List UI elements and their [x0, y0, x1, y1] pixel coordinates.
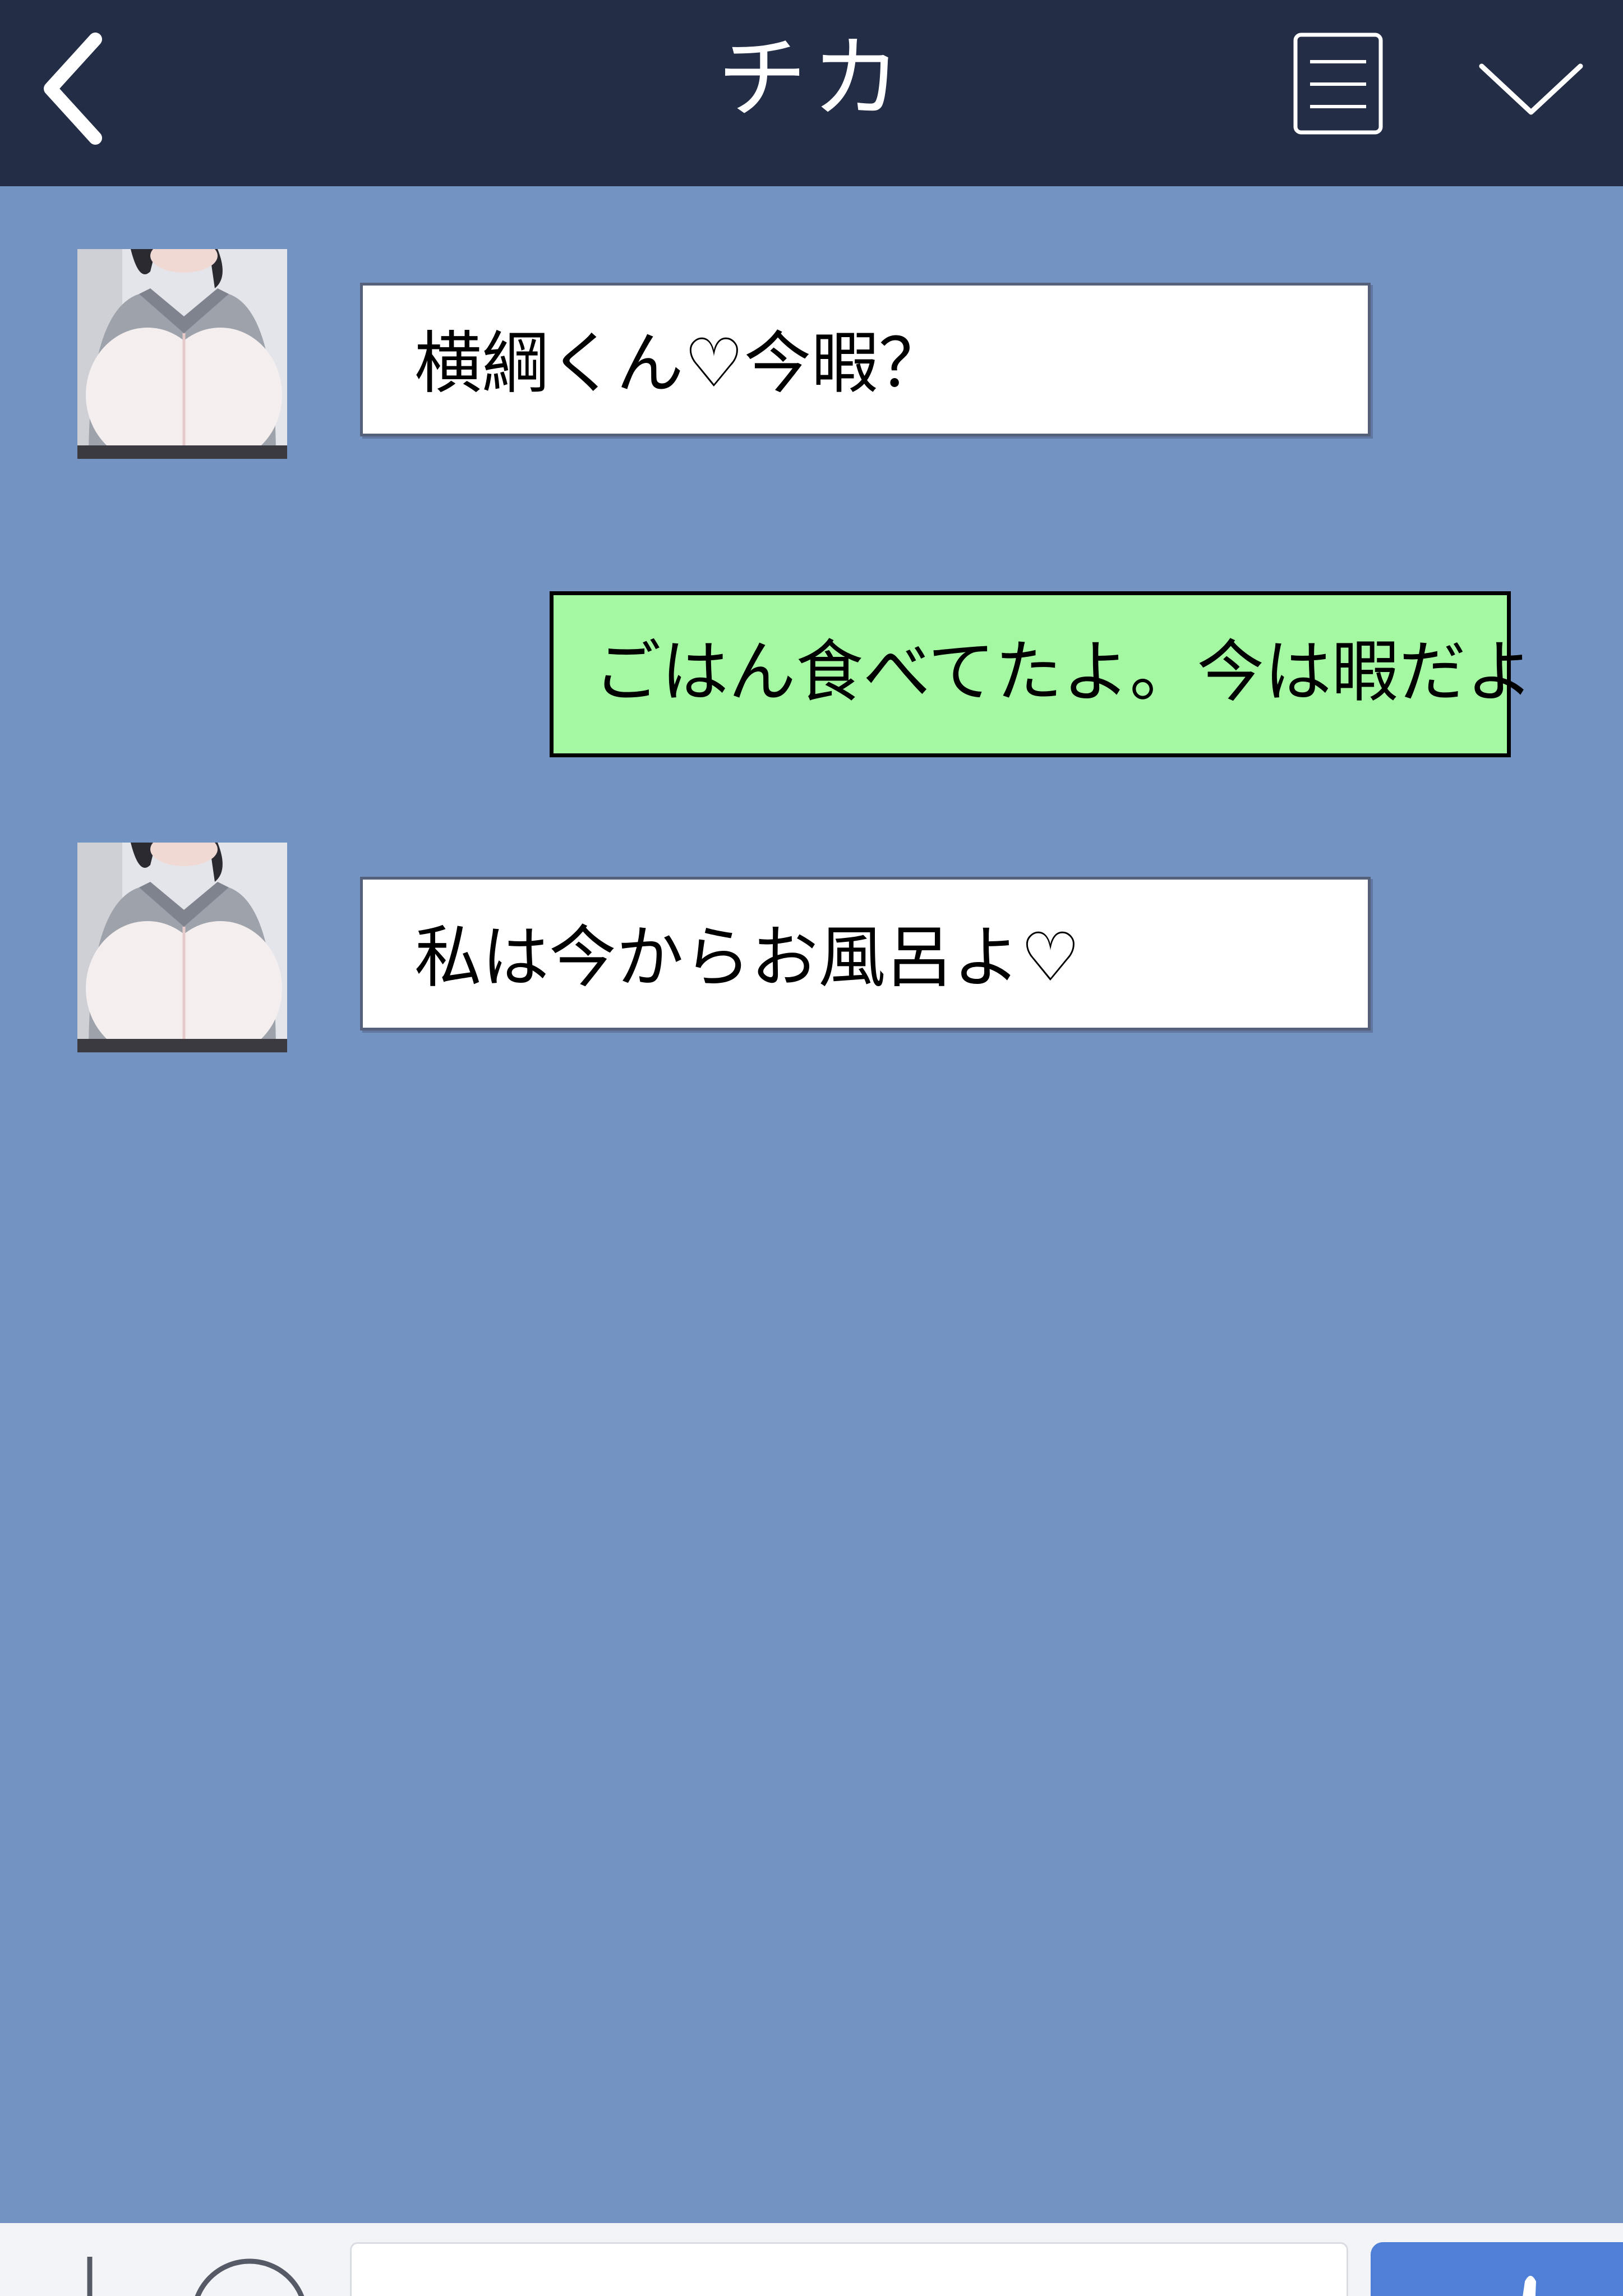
chevron-down-icon [1479, 63, 1583, 115]
message-input[interactable] [350, 2242, 1348, 2296]
plus-icon [87, 2257, 93, 2296]
input-bar [0, 2223, 1623, 2296]
collapse-button[interactable] [1475, 50, 1587, 129]
chat-screen: チカ 横綱くん♡今暇？ ごはん食べてたよ。今は暇だよ 私は今からお風呂よ♡ [0, 0, 1623, 2296]
menu-button[interactable] [1293, 33, 1383, 135]
emoji-icon [195, 2258, 305, 2296]
avatar-image [77, 843, 287, 1052]
document-menu-icon [1293, 33, 1383, 135]
chat-header: チカ [0, 0, 1623, 186]
message-bubble-incoming: 横綱くん♡今暇？ [360, 283, 1371, 436]
message-bubble-incoming: 私は今からお風呂よ♡ [360, 877, 1371, 1030]
send-button[interactable] [1371, 2242, 1623, 2296]
avatar[interactable] [77, 249, 287, 459]
emoji-button[interactable] [185, 2251, 314, 2296]
message-bubble-outgoing: ごはん食べてたよ。今は暇だよ [550, 591, 1533, 757]
avatar-image [77, 249, 287, 459]
plus-button[interactable] [62, 2257, 118, 2296]
avatar[interactable] [77, 843, 287, 1052]
send-icon [1523, 2276, 1536, 2296]
